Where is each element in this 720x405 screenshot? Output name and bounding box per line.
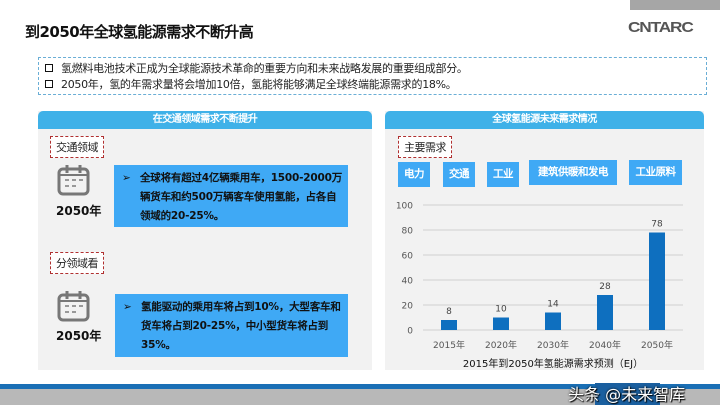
x-tick-label: 2030年 bbox=[537, 339, 569, 351]
intro-bullet: 氢燃料电池技术正成为全球能源技术革命的重要方向和未来战略发展的重要组成部分。 bbox=[45, 60, 706, 76]
calendar-icon bbox=[57, 165, 90, 196]
square-bullet-icon bbox=[45, 64, 53, 72]
section-tag: 分领域看 bbox=[50, 252, 104, 274]
section-tag: 交通领域 bbox=[50, 136, 104, 158]
y-tick-label: 40 bbox=[402, 277, 414, 287]
page-title: 到2050年全球氢能源需求不断升高 bbox=[25, 23, 254, 41]
info-box: ➢ 氢能驱动的乘用车将占到10%，大型客车和货车将占到20-25%，中小型货车将… bbox=[115, 294, 348, 357]
bar bbox=[441, 320, 457, 330]
intro-text: 氢燃料电池技术正成为全球能源技术革命的重要方向和未来战略发展的重要组成部分。 bbox=[61, 62, 468, 75]
info-text: 全球将有超过4亿辆乘用车，1500-2000万辆货车和约500万辆客车使用氢能，… bbox=[140, 172, 343, 222]
data-label: 10 bbox=[495, 305, 507, 315]
x-tick-label: 2040年 bbox=[589, 339, 621, 351]
chart-title: 2015年到2050年氢能源需求预测（EJ） bbox=[463, 357, 643, 370]
intro-box: 氢燃料电池技术正成为全球能源技术革命的重要方向和未来战略发展的重要组成部分。 2… bbox=[38, 57, 707, 95]
intro-text: 2050年，氢的年需求量将会增加10倍，氢能将能够满足全球终端能源需求的18%。 bbox=[61, 78, 457, 91]
category-industry: 工业 bbox=[487, 162, 519, 187]
category-power: 电力 bbox=[398, 162, 430, 187]
demand-bar-chart: 0 20 40 60 80 100 8 2015年 10 2020年 14 2030年 28 2040年 7… bbox=[396, 202, 683, 370]
x-tick-label: 2050年 bbox=[641, 339, 673, 351]
category-industrial-feedstock: 工业原料 bbox=[629, 160, 682, 185]
category-transport: 交通 bbox=[443, 162, 475, 187]
bar bbox=[649, 232, 665, 330]
y-tick-label: 20 bbox=[402, 302, 414, 312]
panel-header: 在交通领域需求不断提升 bbox=[38, 111, 372, 129]
data-label: 78 bbox=[651, 220, 663, 230]
info-text: 氢能驱动的乘用车将占到10%，大型客车和货车将占到20-25%，中小型货车将占到… bbox=[141, 301, 341, 351]
bar bbox=[597, 295, 613, 330]
year-label: 2050年 bbox=[56, 204, 102, 218]
intro-bullet: 2050年，氢的年需求量将会增加10倍，氢能将能够满足全球终端能源需求的18%。 bbox=[45, 76, 706, 92]
y-tick-label: 100 bbox=[396, 202, 413, 212]
transport-panel: 在交通领域需求不断提升 交通领域 2050年 ➢ 全球将有超过4亿辆乘用车，15… bbox=[38, 111, 372, 370]
square-bullet-icon bbox=[45, 80, 53, 88]
data-label: 28 bbox=[599, 282, 611, 292]
bar bbox=[493, 317, 509, 330]
x-tick-label: 2015年 bbox=[433, 339, 465, 351]
watermark: 头条 @未来智库 bbox=[568, 385, 686, 404]
arrow-bullet-icon: ➢ bbox=[122, 172, 131, 184]
data-label: 8 bbox=[446, 307, 452, 317]
y-tick-label: 60 bbox=[402, 252, 414, 262]
bar bbox=[545, 312, 561, 330]
year-label: 2050年 bbox=[56, 329, 102, 343]
arrow-bullet-icon: ➢ bbox=[123, 301, 132, 313]
logo: CNTARC bbox=[628, 19, 694, 36]
top-decor-bar bbox=[630, 0, 720, 10]
info-box: ➢ 全球将有超过4亿辆乘用车，1500-2000万辆货车和约500万辆客车使用氢… bbox=[114, 165, 348, 227]
data-label: 14 bbox=[547, 300, 559, 310]
y-tick-label: 80 bbox=[402, 227, 414, 237]
calendar-icon bbox=[57, 291, 90, 322]
section-tag: 主要需求 bbox=[398, 136, 452, 158]
category-building-heating: 建筑供暖和发电 bbox=[529, 160, 617, 185]
y-tick-label: 0 bbox=[407, 327, 413, 337]
x-tick-label: 2020年 bbox=[485, 339, 517, 351]
panel-header: 全球氢能源未来需求情况 bbox=[385, 111, 704, 129]
